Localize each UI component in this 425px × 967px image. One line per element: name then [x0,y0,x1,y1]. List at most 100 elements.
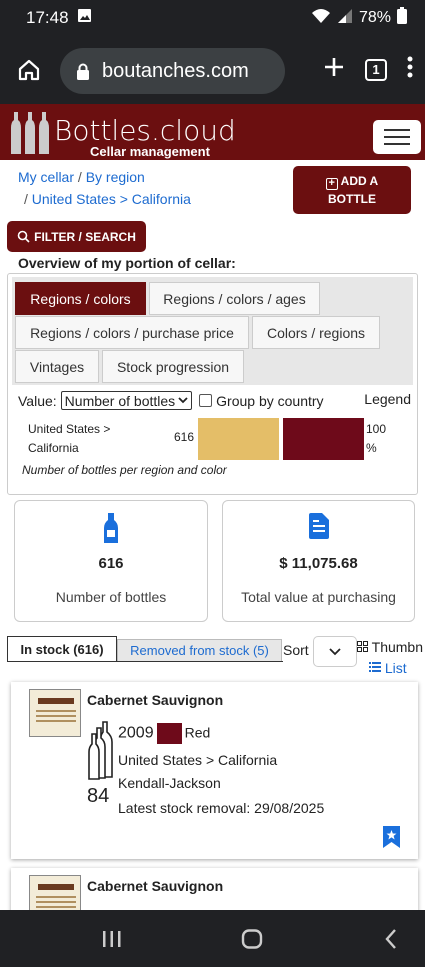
plus-icon [325,58,343,76]
more-vert-icon [407,56,413,78]
home-nav-button[interactable] [241,929,263,954]
home-icon [18,59,40,81]
bottles-count-card: 616 Number of bottles [14,500,208,622]
wine-name: Cabernet Sauvignon [87,692,224,708]
wine-latest-removal: Latest stock removal: 29/08/2025 [118,800,325,816]
chart-note: Number of bottles per region and color [22,463,227,477]
chart-percent-label: 100 % [366,420,386,458]
url-text: boutanches.com [102,59,249,82]
breadcrumb-my-cellar[interactable]: My cellar [18,169,74,185]
sort-label: Sort [283,642,309,658]
breadcrumb: My cellar / By region / United States > … [18,166,191,210]
home-button[interactable] [0,41,58,99]
battery-text: 78% [358,9,391,26]
tab-switcher-button[interactable]: 1 [365,58,387,81]
overview-title: Overview of my portion of cellar: [18,255,236,271]
percent-line2: % [366,441,377,455]
tab-regions-colors-purchase-price[interactable]: Regions / colors / purchase price [15,316,249,349]
image-icon [77,8,92,28]
back-chevron-icon [385,929,396,949]
signal-icon [337,8,353,29]
view-mode-links: Thumbn List [357,637,423,679]
bottles-logo-icon [8,110,52,154]
total-value-amount: $ 11,075.68 [279,555,358,572]
search-icon [17,230,30,243]
tab-stock-progression[interactable]: Stock progression [102,350,244,383]
wine-name: Cabernet Sauvignon [87,878,224,894]
status-bar: 17:48 78% [0,0,425,36]
wine-vintage-color: 2009 Red [118,723,210,744]
wifi-icon [311,8,331,29]
chart-bar-segment [198,418,279,460]
breadcrumb-separator: / [24,191,28,207]
value-label: Value: [18,392,57,409]
legend-toggle[interactable]: Legend [364,391,411,407]
menu-button[interactable] [373,120,421,154]
back-button[interactable] [384,928,398,955]
recents-icon [103,931,121,947]
bottles-stack-icon [88,720,116,785]
overview-tabs: Regions / colors Regions / colors / ages… [12,277,413,385]
filter-search-button[interactable]: FILTER / SEARCH [7,221,146,252]
logo-subtitle: Cellar management [90,144,210,159]
tab-regions-colors-ages[interactable]: Regions / colors / ages [149,282,320,315]
tab-colors-regions[interactable]: Colors / regions [252,316,380,349]
lock-icon [77,63,89,80]
list-icon [369,662,381,672]
site-header: Bottles.cloud Cellar management [0,104,425,160]
battery-icon [397,7,407,29]
sort-dropdown[interactable] [313,636,357,667]
wine-region: United States > California [118,752,278,768]
group-by-country-label: Group by country [216,392,324,409]
region-line2: California [28,441,79,455]
wine-vintage: 2009 [118,724,154,742]
tab-vintages[interactable]: Vintages [15,350,99,383]
chevron-down-icon [178,397,188,404]
grid-icon [357,641,368,652]
wine-producer: Kendall-Jackson [118,775,221,791]
breadcrumb-region[interactable]: United States > California [32,191,191,207]
wine-color: Red [184,724,211,741]
chart-count-label: 616 [174,430,195,444]
region-line1: United States > [28,422,111,436]
browser-toolbar: boutanches.com 1 [0,36,425,104]
wine-label-thumbnail [29,689,81,737]
hamburger-icon [384,129,410,131]
add-bottle-button[interactable]: + ADD A BOTTLE [293,166,411,214]
recents-button[interactable] [102,930,122,953]
add-bottle-label-line2: BOTTLE [328,192,376,206]
value-select[interactable]: Number of bottles [60,391,193,410]
bottle-count: 84 [87,785,110,807]
bottles-count-value: 616 [98,555,124,572]
chart-region-label: United States > California [28,420,110,458]
wine-card[interactable]: Cabernet Sauvignon 84 2009 Red United Sta… [11,682,418,859]
filter-label: FILTER / SEARCH [34,229,136,244]
group-by-country-checkbox[interactable] [199,394,213,407]
tab-in-stock[interactable]: In stock (616) [7,636,117,662]
bookmark-icon[interactable] [383,826,400,853]
chart-bar-segment [283,418,364,460]
breadcrumb-separator: / [77,169,82,185]
chevron-down-icon [329,647,341,655]
list-label: List [384,660,407,676]
new-tab-button[interactable] [323,56,345,83]
breadcrumb-by-region[interactable]: By region [86,169,145,185]
url-bar[interactable]: boutanches.com [60,48,285,94]
system-nav-bar [0,910,425,967]
logo-text: Bottles.cloud [54,114,236,147]
bottles-count-label: Number of bottles [55,589,167,605]
value-select-text: Number of bottles [64,392,176,409]
add-bottle-label-line1: ADD A [340,174,379,188]
plus-square-icon: + [325,178,338,190]
thumbnails-view-link[interactable]: Thumbn [357,637,423,658]
percent-line1: 100 [366,422,387,436]
bottle-icon [15,513,207,543]
wine-color-swatch [156,723,182,744]
tab-regions-colors[interactable]: Regions / colors [15,282,146,315]
tab-removed-from-stock[interactable]: Removed from stock (5) [117,639,282,662]
list-view-link[interactable]: List [369,658,423,679]
browser-menu-button[interactable] [407,56,413,83]
invoice-icon [223,513,414,539]
home-circle-icon [241,929,263,949]
total-value-label: Total value at purchasing [241,589,396,605]
